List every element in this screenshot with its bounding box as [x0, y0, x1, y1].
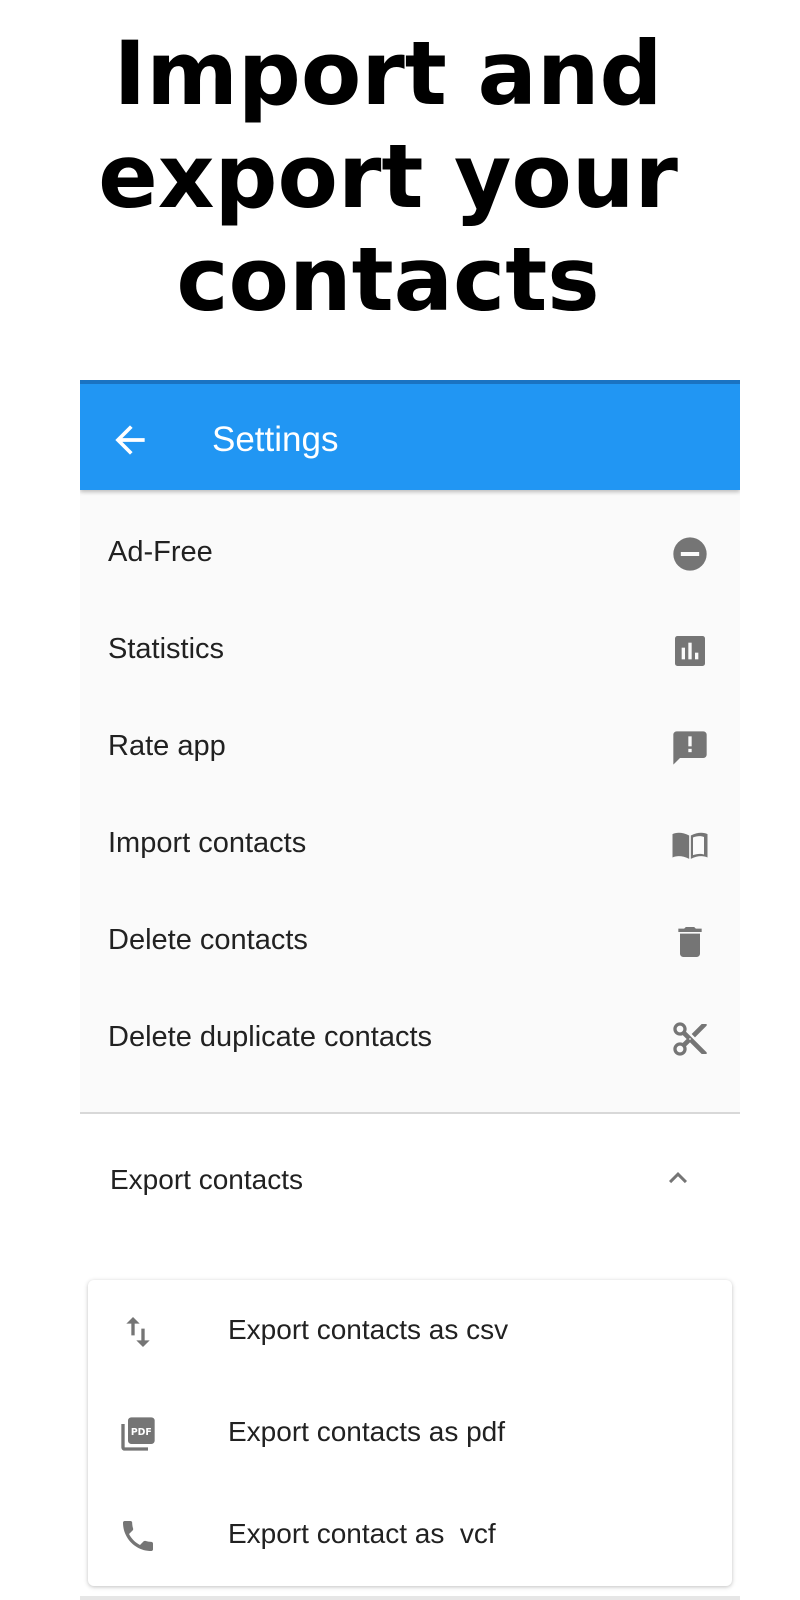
export-vcf-label: Export contact as vcf	[228, 1518, 496, 1549]
export-contacts-label: Export contacts	[110, 1164, 303, 1195]
trash-icon	[678, 927, 702, 957]
settings-item-delete-duplicates[interactable]: Delete duplicate contacts	[80, 989, 740, 1088]
export-vcf-item[interactable]: Export contact as vcf	[88, 1484, 732, 1586]
export-pdf-label: Export contacts as pdf	[228, 1416, 506, 1447]
chevron-up-icon[interactable]	[660, 1160, 696, 1196]
remove-circle-icon	[673, 537, 707, 571]
settings-item-label: Rate app	[108, 730, 226, 762]
settings-item-label: Delete contacts	[108, 924, 308, 956]
export-options-card: Export contacts as csv PDF Export contac…	[88, 1280, 732, 1586]
headline-line-3: contacts	[176, 228, 600, 331]
headline-line-2: export your	[98, 125, 678, 228]
settings-item-statistics[interactable]: Statistics	[80, 601, 740, 700]
promo-headline: Import and export your contacts	[0, 22, 776, 331]
bar-chart-icon	[675, 636, 705, 666]
settings-item-rate-app[interactable]: Rate app	[80, 698, 740, 797]
svg-text:PDF: PDF	[131, 1427, 152, 1438]
settings-item-import-contacts[interactable]: Import contacts	[80, 795, 740, 894]
scissors-icon	[673, 1022, 707, 1056]
headline-line-1: Import and	[113, 22, 663, 125]
export-contacts-header[interactable]: Export contacts	[80, 1114, 740, 1264]
pdf-icon: PDF	[121, 1417, 155, 1451]
settings-item-label: Import contacts	[108, 827, 307, 859]
phone-icon	[123, 1521, 153, 1551]
page-title: Settings	[212, 420, 339, 459]
settings-item-delete-contacts[interactable]: Delete contacts	[80, 892, 740, 991]
settings-item-label: Statistics	[108, 633, 225, 665]
export-csv-label: Export contacts as csv	[228, 1314, 509, 1345]
feedback-icon	[673, 731, 707, 765]
export-panel: Export contacts Export contacts as csv P…	[80, 1114, 740, 1600]
app-bar: Settings	[80, 380, 740, 490]
settings-item-ad-free[interactable]: Ad-Free	[80, 504, 740, 603]
book-icon	[672, 832, 708, 859]
import-export-icon	[126, 1317, 150, 1347]
export-pdf-item[interactable]: PDF Export contacts as pdf	[88, 1382, 732, 1484]
phone-screen: Settings Ad-Free Statistics Rate app Imp…	[80, 380, 740, 1600]
bottom-divider	[80, 1596, 740, 1600]
arrow-back-icon[interactable]	[108, 418, 152, 462]
settings-item-label: Ad-Free	[108, 536, 213, 568]
settings-item-label: Delete duplicate contacts	[108, 1021, 433, 1053]
export-csv-item[interactable]: Export contacts as csv	[88, 1280, 732, 1382]
